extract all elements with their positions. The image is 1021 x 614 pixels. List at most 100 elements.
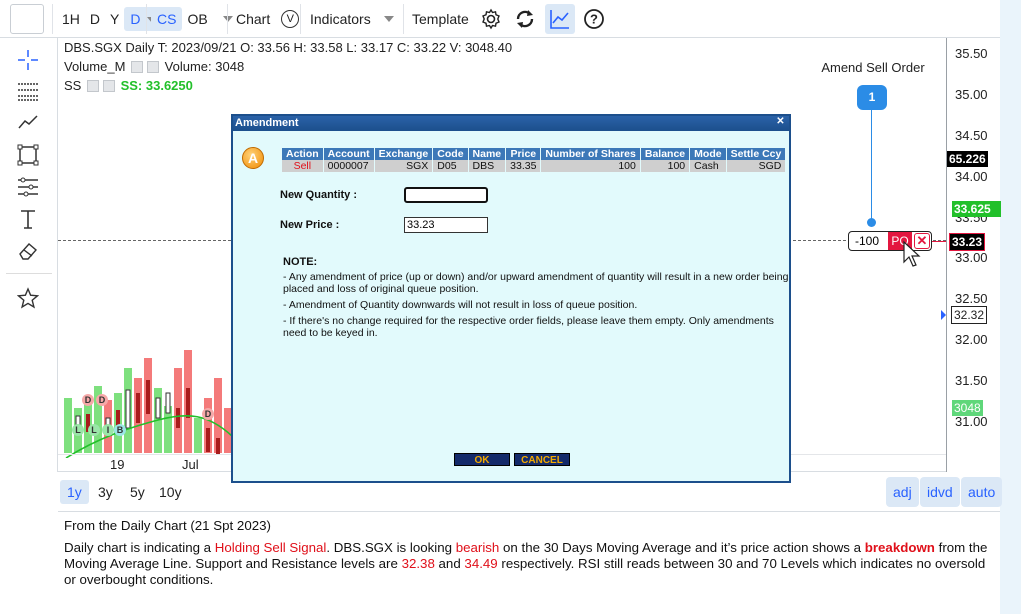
gear-icon[interactable]: [480, 8, 502, 30]
settings-icon[interactable]: [86, 80, 99, 92]
price-tick: 34.50: [955, 128, 988, 143]
interval-1h[interactable]: 1H: [57, 11, 85, 27]
last-price-tag: 65.226: [947, 151, 988, 167]
column-header: Account: [323, 148, 375, 160]
cell-price: 33.35: [505, 160, 542, 172]
idvd-button[interactable]: idvd: [920, 477, 960, 507]
rectangle-icon[interactable]: [17, 144, 39, 166]
interval-selected: D: [130, 11, 141, 27]
eraser-icon[interactable]: [17, 240, 39, 262]
note-item: - Any amendment of price (up or down) an…: [283, 271, 789, 295]
column-header: Code: [432, 148, 469, 160]
price-tick: 32.50: [955, 291, 988, 306]
svg-text:?: ?: [590, 12, 598, 27]
price-tick: 31.00: [955, 414, 988, 429]
crosshair-icon[interactable]: [17, 49, 39, 71]
svg-text:I: I: [107, 425, 110, 435]
svg-text:B: B: [117, 425, 124, 435]
range-1y[interactable]: 1y: [60, 480, 89, 504]
cs-button[interactable]: CS: [151, 7, 183, 31]
interval-y[interactable]: Y: [105, 11, 124, 27]
cell-code: D05: [432, 160, 469, 172]
ob-button[interactable]: OB: [182, 11, 212, 27]
cursor-arrow-icon: [941, 310, 946, 320]
indicators-menu[interactable]: Indicators: [305, 11, 376, 27]
interval-d[interactable]: D: [85, 11, 105, 27]
cell-name: DBS: [468, 160, 507, 172]
amend-action-icon: A: [242, 147, 264, 169]
close-icon[interactable]: [147, 61, 160, 73]
range-10y[interactable]: 10y: [152, 480, 189, 504]
close-icon[interactable]: [102, 80, 115, 92]
table-row: Sell 0000007 SGX D05 DBS 33.35 100 100 C…: [282, 160, 787, 172]
mouse-cursor-icon: [903, 240, 921, 267]
step-callout-badge: 1: [857, 85, 887, 110]
cell-action: Sell: [282, 160, 324, 172]
top-toolbar: 1H D Y D CS OB Chart V Indicators Templa…: [0, 0, 1000, 38]
price-tick: 35.00: [955, 87, 988, 102]
auto-button[interactable]: auto: [961, 477, 1003, 507]
fib-levels-icon[interactable]: [17, 176, 39, 198]
dialog-title: Amendment: [235, 117, 299, 129]
column-header: Name: [468, 148, 507, 160]
trend-line-icon[interactable]: [17, 112, 39, 134]
cancel-button[interactable]: CANCEL: [514, 453, 570, 466]
star-icon[interactable]: [17, 287, 39, 309]
ss-indicator-name: SS: [64, 78, 82, 93]
ohlc-legend: DBS.SGX Daily T: 2023/09/21 O: 33.56 H: …: [64, 40, 513, 55]
template-menu[interactable]: Template: [407, 11, 474, 27]
commentary-text: and: [434, 556, 465, 571]
close-icon[interactable]: ✕: [775, 117, 786, 128]
cursor-price-tag: 32.32: [951, 306, 988, 324]
svg-text:D: D: [85, 395, 92, 405]
drawing-toolbar: [0, 38, 58, 472]
price-axis[interactable]: 35.50 35.00 34.50 34.00 33.50 33.00 32.5…: [941, 38, 1001, 472]
new-price-input[interactable]: 33.23: [404, 217, 488, 233]
column-header: Settle Ccy: [726, 148, 787, 160]
column-header: Mode: [689, 148, 727, 160]
cell-mode: Cash: [689, 160, 727, 172]
chart-menu[interactable]: Chart: [231, 11, 275, 27]
line-chart-icon: [550, 10, 569, 29]
text-tool-icon[interactable]: [17, 208, 39, 230]
cell-balance: 100: [640, 160, 691, 172]
chart-type-icon[interactable]: V: [281, 10, 300, 28]
price-tick: 32.00: [955, 332, 988, 347]
dialog-title-bar[interactable]: Amendment ✕: [233, 116, 789, 131]
ss-value: SS: 33.6250: [120, 78, 193, 93]
new-quantity-input[interactable]: [404, 187, 488, 203]
horizontal-lines-icon[interactable]: [17, 80, 39, 102]
callout-connector: [871, 110, 872, 220]
svg-text:L: L: [75, 425, 81, 435]
ok-button[interactable]: OK: [454, 453, 510, 466]
amend-callout-label: Amend Sell Order: [821, 60, 925, 75]
amendment-dialog: Amendment ✕ A Action Account Exchange Co…: [231, 114, 791, 483]
chart-style-button[interactable]: [545, 4, 575, 34]
column-header: Exchange: [374, 148, 434, 160]
settings-icon[interactable]: [131, 61, 144, 73]
trading-app: 1H D Y D CS OB Chart V Indicators Templa…: [0, 0, 1003, 614]
range-5y[interactable]: 5y: [123, 480, 152, 504]
chevron-down-icon[interactable]: [383, 16, 394, 22]
callout-anchor-dot: [867, 218, 876, 227]
svg-text:D: D: [205, 409, 212, 419]
toolbar-divider: [52, 4, 53, 34]
volume-value: Volume: 3048: [164, 59, 245, 74]
commentary-body: Daily chart is indicating a Holding Sell…: [64, 540, 992, 588]
price-tick: 34.00: [955, 169, 988, 184]
symbol-search-box[interactable]: [10, 4, 44, 34]
refresh-icon[interactable]: [514, 8, 536, 30]
help-icon[interactable]: ?: [583, 8, 605, 30]
order-quantity: -100: [855, 234, 880, 248]
commentary-text: on the 30 Days Moving Average and it’s p…: [499, 540, 865, 555]
commentary-text: . DBS.SGX is looking: [326, 540, 456, 555]
ss-price-tag: 33.625: [952, 201, 1001, 217]
column-header: Balance: [640, 148, 691, 160]
adj-button[interactable]: adj: [886, 477, 919, 507]
toolbar-divider: [146, 4, 147, 34]
order-line-tick: [932, 241, 946, 242]
breakdown-text: breakdown: [864, 540, 935, 555]
price-tick: 31.50: [955, 373, 988, 388]
column-header: Action: [282, 148, 324, 160]
range-3y[interactable]: 3y: [91, 480, 120, 504]
